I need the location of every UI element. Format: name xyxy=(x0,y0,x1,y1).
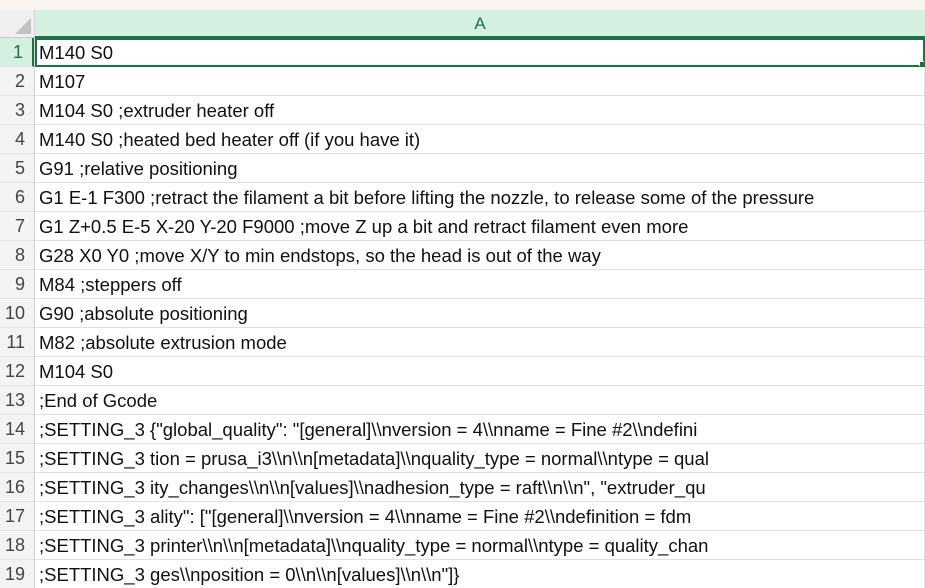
cell-a8[interactable]: G28 X0 Y0 ;move X/Y to min endstops, so … xyxy=(35,241,925,270)
cell-a3[interactable]: M104 S0 ;extruder heater off xyxy=(35,96,925,125)
cell-a13[interactable]: ;End of Gcode xyxy=(35,386,925,415)
ribbon-edge xyxy=(0,0,925,10)
row-header[interactable]: 14 xyxy=(0,415,34,444)
cell-a11[interactable]: M82 ;absolute extrusion mode xyxy=(35,328,925,357)
row-header[interactable]: 6 xyxy=(0,183,34,212)
row-header[interactable]: 7 xyxy=(0,212,34,241)
cell-a19[interactable]: ;SETTING_3 ges\\nposition = 0\\n\\n[valu… xyxy=(35,560,925,588)
cell-a16[interactable]: ;SETTING_3 ity_changes\\n\\n[values]\\na… xyxy=(35,473,925,502)
cell-a12[interactable]: M104 S0 xyxy=(35,357,925,386)
row-header[interactable]: 5 xyxy=(0,154,34,183)
row-header[interactable]: 4 xyxy=(0,125,34,154)
column-header-a[interactable]: A xyxy=(35,10,925,38)
select-all-button[interactable] xyxy=(0,10,35,38)
cell-a14[interactable]: ;SETTING_3 {"global_quality": "[general]… xyxy=(35,415,925,444)
cell-a2[interactable]: M107 xyxy=(35,67,925,96)
row-header[interactable]: 12 xyxy=(0,357,34,386)
cell-a5[interactable]: G91 ;relative positioning xyxy=(35,154,925,183)
cell-a6[interactable]: G1 E-1 F300 ;retract the filament a bit … xyxy=(35,183,925,212)
row-header[interactable]: 13 xyxy=(0,386,34,415)
fill-handle[interactable] xyxy=(919,61,924,66)
cell-a15[interactable]: ;SETTING_3 tion = prusa_i3\\n\\n[metadat… xyxy=(35,444,925,473)
cell-a9[interactable]: M84 ;steppers off xyxy=(35,270,925,299)
cell-a7[interactable]: G1 Z+0.5 E-5 X-20 Y-20 F9000 ;move Z up … xyxy=(35,212,925,241)
select-all-triangle-icon xyxy=(15,18,31,34)
cell-a18[interactable]: ;SETTING_3 printer\\n\\n[metadata]\\nqua… xyxy=(35,531,925,560)
row-header[interactable]: 19 xyxy=(0,560,34,588)
row-header[interactable]: 11 xyxy=(0,328,34,357)
row-header[interactable]: 10 xyxy=(0,299,34,328)
row-header[interactable]: 8 xyxy=(0,241,34,270)
row-header[interactable]: 9 xyxy=(0,270,34,299)
spreadsheet-grid: A 1 2 3 4 5 6 7 8 9 10 11 12 13 14 15 16… xyxy=(0,0,925,588)
row-header[interactable]: 2 xyxy=(0,67,34,96)
cell-text: M140 S0 xyxy=(39,42,114,63)
row-header[interactable]: 17 xyxy=(0,502,34,531)
row-header[interactable]: 15 xyxy=(0,444,34,473)
cell-a10[interactable]: G90 ;absolute positioning xyxy=(35,299,925,328)
cell-a17[interactable]: ;SETTING_3 ality": ["[general]\\nversion… xyxy=(35,502,925,531)
column-a-cells: M140 S0 M107 M104 S0 ;extruder heater of… xyxy=(35,38,925,588)
row-header[interactable]: 16 xyxy=(0,473,34,502)
row-header[interactable]: 3 xyxy=(0,96,34,125)
cell-a1[interactable]: M140 S0 xyxy=(35,38,925,67)
row-header[interactable]: 1 xyxy=(0,38,34,67)
row-header[interactable]: 18 xyxy=(0,531,34,560)
row-headers: 1 2 3 4 5 6 7 8 9 10 11 12 13 14 15 16 1… xyxy=(0,38,35,588)
cell-a4[interactable]: M140 S0 ;heated bed heater off (if you h… xyxy=(35,125,925,154)
